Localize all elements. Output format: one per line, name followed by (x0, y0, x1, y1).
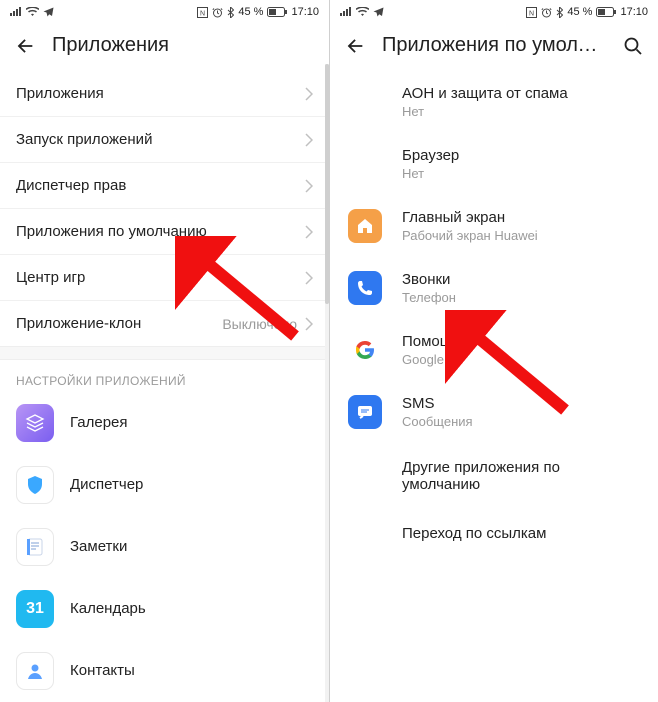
battery-percent: 45 % (238, 6, 263, 18)
chevron-right-icon (305, 225, 313, 239)
shield-icon (16, 466, 54, 504)
notes-icon (16, 528, 54, 566)
page-title: Приложения по умолча... (382, 34, 606, 57)
google-icon (348, 333, 382, 367)
row-label: Центр игр (16, 269, 85, 286)
phone-icon (348, 271, 382, 305)
row-label: Запуск приложений (16, 131, 152, 148)
app-label: Контакты (70, 662, 135, 679)
row-label: Приложение-клон (16, 315, 141, 332)
bluetooth-icon (556, 7, 563, 18)
svg-text:N: N (200, 10, 205, 17)
svg-text:N: N (529, 10, 534, 17)
row-label: Приложения (16, 85, 104, 102)
app-row-gallery[interactable]: Галерея (0, 392, 329, 454)
status-bar: N 45 % 17:10 (0, 0, 329, 24)
app-row-contacts[interactable]: Контакты (0, 640, 329, 702)
row-title: Помощник (402, 333, 475, 350)
clock-text: 17:10 (620, 6, 648, 18)
wifi-icon (26, 7, 39, 17)
arrow-left-icon (14, 35, 36, 57)
row-title: Звонки (402, 271, 456, 288)
battery-icon (596, 7, 616, 17)
row-value: Выключено (222, 316, 297, 332)
row-label: Приложения по умолчанию (16, 223, 207, 240)
row-sub: Google (402, 352, 475, 367)
default-browser[interactable]: Браузер Нет (330, 133, 658, 195)
chevron-right-icon (305, 271, 313, 285)
row-label: Диспетчер прав (16, 177, 126, 194)
app-label: Календарь (70, 600, 146, 617)
default-sms[interactable]: SMS Сообщения (330, 381, 658, 443)
signal-icon (10, 7, 22, 17)
back-button[interactable] (344, 35, 366, 57)
clock-text: 17:10 (291, 6, 319, 18)
row-permissions[interactable]: Диспетчер прав (0, 163, 329, 209)
default-assistant[interactable]: Помощник Google (330, 319, 658, 381)
sms-icon (348, 395, 382, 429)
app-header: Приложения (0, 24, 329, 71)
alarm-icon (541, 7, 552, 18)
section-divider (0, 346, 329, 360)
search-icon (623, 36, 643, 56)
app-row-manager[interactable]: Диспетчер (0, 454, 329, 516)
status-bar: N 45 % 17:10 (330, 0, 658, 24)
app-header: Приложения по умолча... (330, 24, 658, 71)
default-home[interactable]: Главный экран Рабочий экран Huawei (330, 195, 658, 257)
phone-left: N 45 % 17:10 Приложения Приложения Запус… (0, 0, 329, 702)
row-other-defaults[interactable]: Другие приложения по умолчанию (330, 443, 658, 509)
chevron-right-icon (305, 133, 313, 147)
battery-icon (267, 7, 287, 17)
search-button[interactable] (622, 35, 644, 57)
row-open-links[interactable]: Переход по ссылкам (330, 509, 658, 558)
default-caller-id[interactable]: АОН и защита от спама Нет (330, 71, 658, 133)
nfc-icon: N (197, 7, 208, 18)
gallery-icon (16, 404, 54, 442)
row-title: АОН и защита от спама (402, 85, 568, 102)
calendar-day: 31 (26, 600, 44, 618)
default-calls[interactable]: Звонки Телефон (330, 257, 658, 319)
row-app-clone[interactable]: Приложение-клон Выключено (0, 301, 329, 346)
row-sub: Нет (402, 104, 568, 119)
wifi-icon (356, 7, 369, 17)
row-game-center[interactable]: Центр игр (0, 255, 329, 301)
arrow-left-icon (344, 35, 366, 57)
telegram-icon (373, 7, 384, 18)
row-title: SMS (402, 395, 473, 412)
row-apps[interactable]: Приложения (0, 71, 329, 117)
section-title: НАСТРОЙКИ ПРИЛОЖЕНИЙ (0, 360, 329, 392)
row-label: Переход по ссылкам (402, 525, 546, 542)
alarm-icon (212, 7, 223, 18)
signal-icon (340, 7, 352, 17)
row-title: Браузер (402, 147, 459, 164)
app-row-calendar[interactable]: 31 Календарь (0, 578, 329, 640)
telegram-icon (43, 7, 54, 18)
row-sub: Нет (402, 166, 459, 181)
back-button[interactable] (14, 35, 36, 57)
phone-right: N 45 % 17:10 Приложения по умолча... АОН… (329, 0, 658, 702)
nfc-icon: N (526, 7, 537, 18)
row-title: Главный экран (402, 209, 538, 226)
app-row-notes[interactable]: Заметки (0, 516, 329, 578)
home-icon (348, 209, 382, 243)
chevron-right-icon (305, 87, 313, 101)
app-label: Заметки (70, 538, 127, 555)
row-sub: Телефон (402, 290, 456, 305)
app-label: Диспетчер (70, 476, 143, 493)
bluetooth-icon (227, 7, 234, 18)
row-sub: Рабочий экран Huawei (402, 228, 538, 243)
chevron-right-icon (305, 317, 313, 331)
row-app-launch[interactable]: Запуск приложений (0, 117, 329, 163)
calendar-icon: 31 (16, 590, 54, 628)
app-label: Галерея (70, 414, 128, 431)
row-default-apps[interactable]: Приложения по умолчанию (0, 209, 329, 255)
row-sub: Сообщения (402, 414, 473, 429)
contacts-icon (16, 652, 54, 690)
battery-percent: 45 % (567, 6, 592, 18)
page-title: Приложения (52, 34, 315, 57)
row-label: Другие приложения по умолчанию (402, 459, 560, 493)
chevron-right-icon (305, 179, 313, 193)
